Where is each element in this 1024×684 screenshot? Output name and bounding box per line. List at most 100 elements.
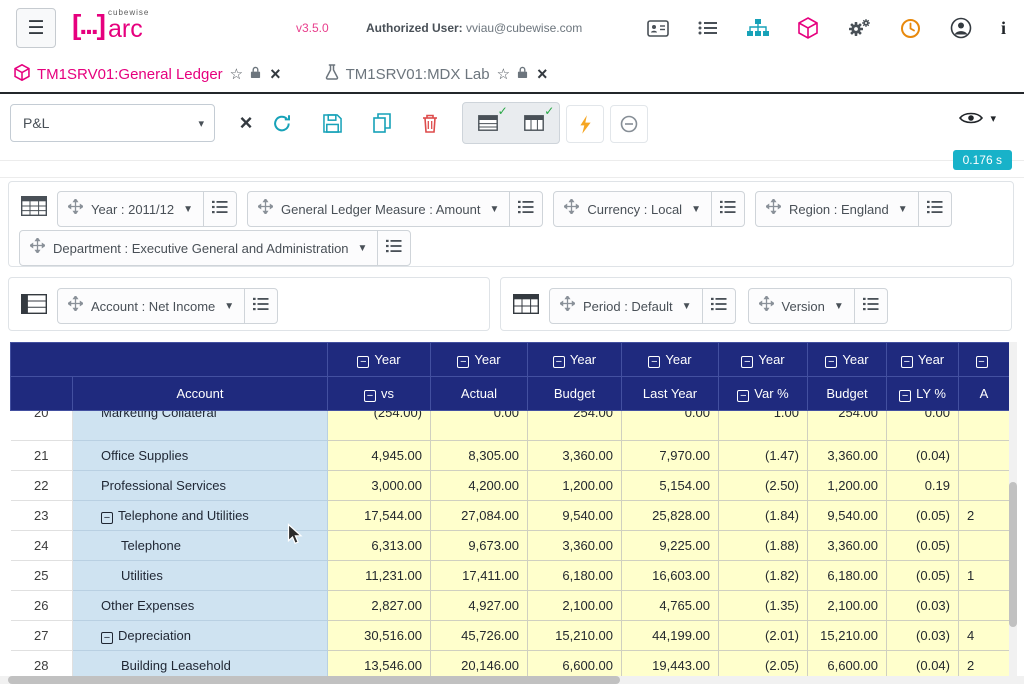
value-cell[interactable]: 15,210.00 — [527, 620, 622, 651]
row-number-cell[interactable]: 25 — [10, 560, 73, 591]
value-cell[interactable]: 19,443.00 — [621, 650, 719, 676]
value-cell[interactable]: 1,200.00 — [807, 470, 887, 501]
lock-icon[interactable] — [517, 66, 528, 83]
star-icon[interactable]: ☆ — [230, 65, 243, 83]
workspace-tab[interactable]: TM1SRV01:MDX Lab ☆ × — [325, 64, 548, 84]
value-cell[interactable]: 6,600.00 — [807, 650, 887, 676]
value-cell[interactable] — [958, 530, 1009, 561]
lock-icon[interactable] — [250, 66, 261, 83]
account-cell[interactable]: Marketing Collateral — [72, 410, 328, 441]
value-cell[interactable]: 17,544.00 — [327, 500, 431, 531]
value-cell[interactable]: 254.00 — [527, 410, 622, 441]
value-cell[interactable]: 3,360.00 — [807, 530, 887, 561]
account-cell[interactable]: Building Leasehold — [72, 650, 328, 676]
value-cell[interactable]: 6,313.00 — [327, 530, 431, 561]
value-cell[interactable]: (1.35) — [718, 590, 808, 621]
clock-icon[interactable] — [900, 18, 921, 39]
collapse-icon[interactable]: − — [101, 512, 113, 524]
account-cell[interactable]: Utilities — [72, 560, 328, 591]
value-cell[interactable] — [958, 410, 1009, 441]
value-cell[interactable]: 2 — [958, 500, 1009, 531]
collapse-icon[interactable]: − — [552, 355, 565, 368]
value-cell[interactable]: 9,540.00 — [807, 500, 887, 531]
value-cell[interactable]: (1.84) — [718, 500, 808, 531]
value-cell[interactable]: 13,546.00 — [327, 650, 431, 676]
execute-button[interactable] — [566, 105, 604, 143]
collapse-icon[interactable]: − — [364, 389, 376, 402]
value-cell[interactable]: 4,945.00 — [327, 440, 431, 471]
account-cell[interactable]: − Telephone and Utilities — [72, 500, 328, 531]
column-header-cell[interactable]: − vs — [327, 376, 431, 411]
value-cell[interactable]: 30,516.00 — [327, 620, 431, 651]
column-header-cell[interactable]: − Var % — [718, 376, 808, 411]
value-cell[interactable]: 8,305.00 — [430, 440, 528, 471]
column-header-cell[interactable]: Actual — [430, 376, 528, 411]
subset-list-button[interactable] — [203, 192, 236, 226]
value-cell[interactable]: 25,828.00 — [621, 500, 719, 531]
value-cell[interactable]: (0.05) — [886, 560, 959, 591]
value-cell[interactable]: 9,540.00 — [527, 500, 622, 531]
arc-logo[interactable]: [...] cubewise arc — [72, 8, 149, 42]
star-icon[interactable]: ☆ — [497, 65, 510, 83]
value-cell[interactable]: 1,200.00 — [527, 470, 622, 501]
dimension-selector[interactable]: Department : Executive General and Admin… — [20, 231, 377, 265]
account-cell[interactable]: Telephone — [72, 530, 328, 561]
info-icon[interactable]: i — [1001, 18, 1006, 39]
value-cell[interactable]: 0.00 — [621, 410, 719, 441]
value-cell[interactable]: (1.82) — [718, 560, 808, 591]
value-cell[interactable] — [958, 440, 1009, 471]
column-header-cell[interactable]: − LY % — [886, 376, 959, 411]
account-cell[interactable]: Professional Services — [72, 470, 328, 501]
cube-data-grid[interactable]: − Year − Year − Year − Year − Year − Year − Year − Acc… — [10, 342, 1009, 676]
group-header-cell[interactable]: − Year — [327, 342, 431, 377]
dimension-selector[interactable]: Account : Net Income ▼ — [58, 289, 244, 323]
value-cell[interactable]: 4,200.00 — [430, 470, 528, 501]
value-cell[interactable]: (254.00) — [327, 410, 431, 441]
value-cell[interactable]: (1.88) — [718, 530, 808, 561]
value-cell[interactable]: 9,225.00 — [621, 530, 719, 561]
user-icon[interactable] — [950, 17, 972, 39]
value-cell[interactable]: 2,827.00 — [327, 590, 431, 621]
row-number-cell[interactable]: 24 — [10, 530, 73, 561]
dimension-selector[interactable]: Year : 2011/12 ▼ — [58, 192, 203, 226]
account-cell[interactable]: Office Supplies — [72, 440, 328, 471]
close-tab-icon[interactable]: × — [270, 65, 281, 83]
suppress-zeros-button[interactable] — [610, 105, 648, 143]
subset-list-button[interactable] — [710, 192, 744, 226]
collapse-icon[interactable]: − — [900, 355, 913, 368]
value-cell[interactable]: 1 — [958, 560, 1009, 591]
value-cell[interactable]: (0.05) — [886, 500, 959, 531]
hamburger-menu-button[interactable]: ☰ — [16, 8, 56, 48]
row-number-cell[interactable]: 27 — [10, 620, 73, 651]
collapse-icon[interactable]: − — [741, 355, 754, 368]
group-header-cell[interactable]: − Year — [718, 342, 808, 377]
value-cell[interactable]: 1.00 — [718, 410, 808, 441]
vertical-scrollbar-thumb[interactable] — [1009, 482, 1017, 627]
value-cell[interactable]: 3,360.00 — [807, 440, 887, 471]
collapse-icon[interactable]: − — [457, 355, 470, 368]
row-number-cell[interactable]: 26 — [10, 590, 73, 621]
value-cell[interactable]: 4,765.00 — [621, 590, 719, 621]
column-header-cell[interactable]: Budget — [807, 376, 887, 411]
subset-list-button[interactable] — [917, 192, 951, 226]
view-select[interactable]: P&L ▾ — [10, 104, 215, 142]
value-cell[interactable]: 9,673.00 — [430, 530, 528, 561]
row-number-cell[interactable]: 20 — [10, 410, 73, 441]
gears-icon[interactable] — [847, 18, 871, 38]
value-cell[interactable]: (0.03) — [886, 590, 959, 621]
workspace-tab[interactable]: TM1SRV01:General Ledger ☆ × — [14, 63, 281, 85]
value-cell[interactable]: 0.00 — [886, 410, 959, 441]
collapse-icon[interactable]: − — [737, 389, 750, 402]
group-header-cell[interactable]: − Year — [621, 342, 719, 377]
collapse-icon[interactable]: − — [648, 355, 661, 368]
group-header-cell[interactable]: − Year — [886, 342, 959, 377]
subset-list-button[interactable] — [701, 289, 735, 323]
group-header-cell[interactable]: − — [958, 342, 1009, 377]
value-cell[interactable]: (2.50) — [718, 470, 808, 501]
subset-list-button[interactable] — [377, 231, 410, 265]
dimension-selector[interactable]: Period : Default ▼ — [550, 289, 702, 323]
horizontal-scrollbar[interactable] — [0, 676, 1024, 684]
row-number-cell[interactable]: 22 — [10, 470, 73, 501]
clear-view-button[interactable]: × — [228, 105, 264, 141]
value-cell[interactable]: 6,180.00 — [527, 560, 622, 591]
